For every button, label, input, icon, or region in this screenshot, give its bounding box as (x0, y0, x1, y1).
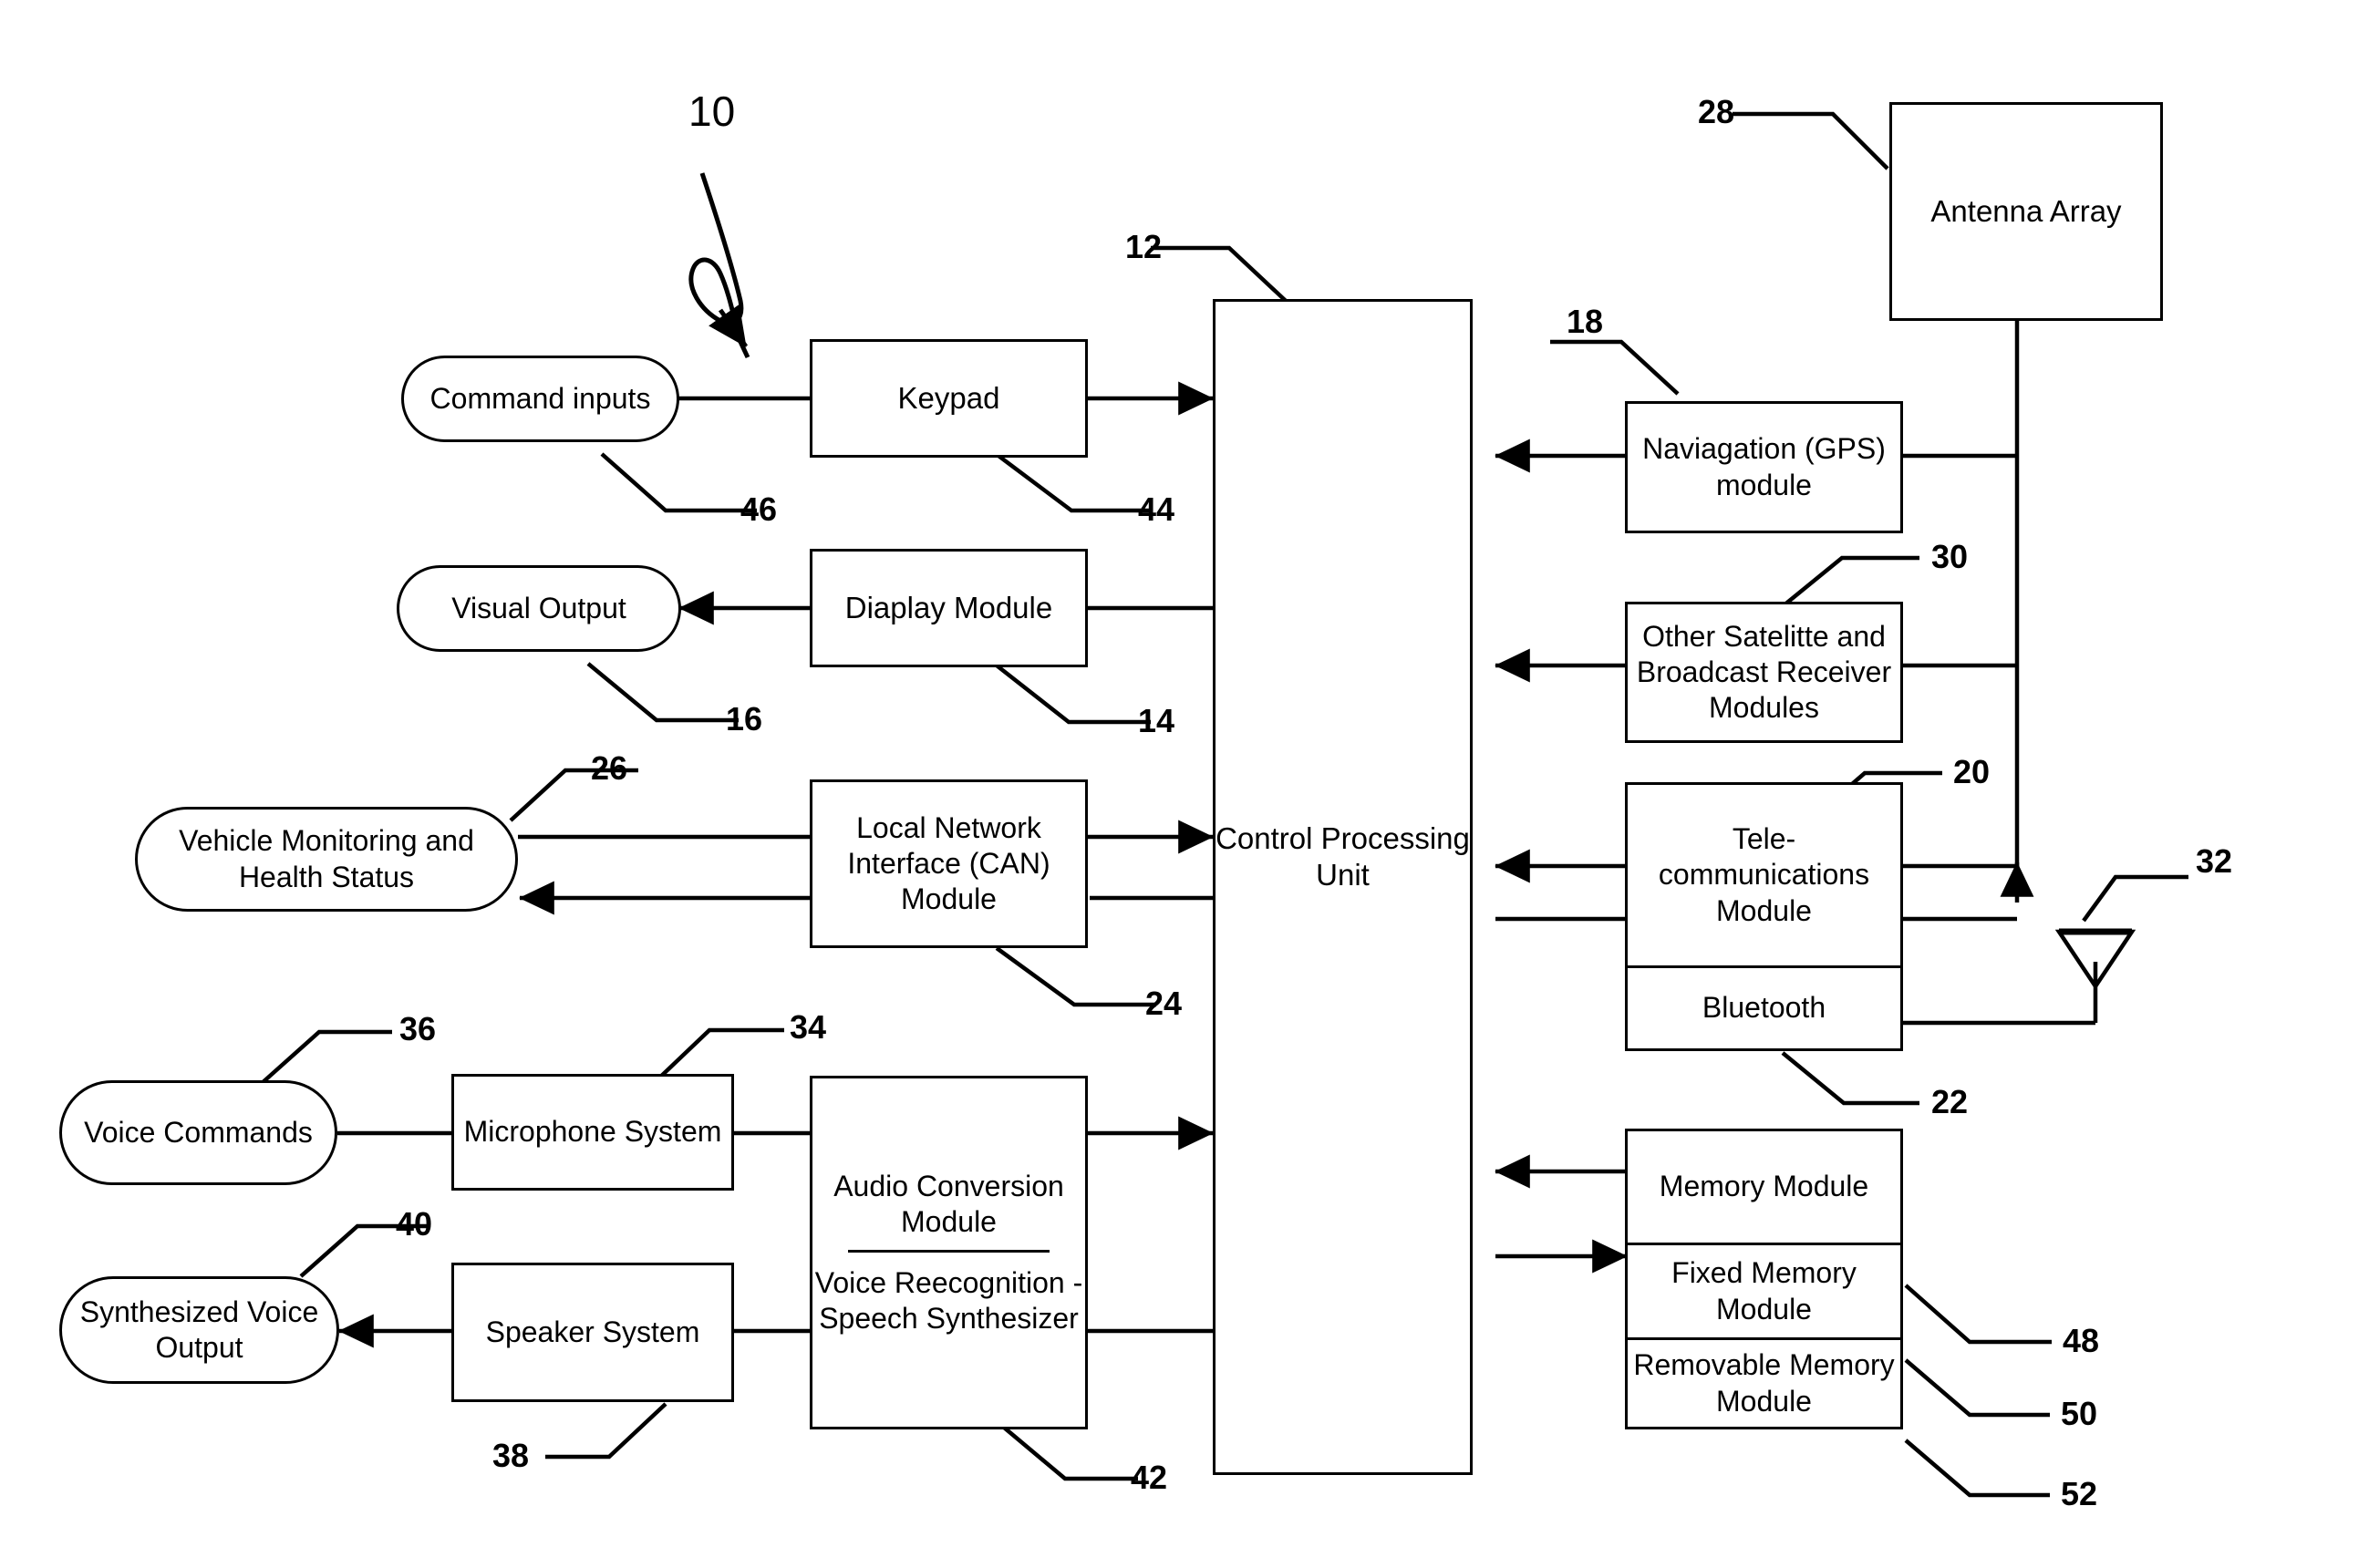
audio-conversion-module-label: Audio Conversion Module (833, 1170, 1064, 1239)
refnum-20: 20 (1953, 753, 1991, 790)
patent-figure: 10 Command inputs Keypad Visual Output D… (0, 0, 2369, 1568)
node-local-network-interface-can-module[interactable]: Local Network Interface (CAN) Module (810, 779, 1088, 948)
refnum-32: 32 (2196, 842, 2233, 880)
node-telecommunications-stack[interactable]: Tele-communications Module Bluetooth (1625, 782, 1903, 1051)
refnum-22: 22 (1931, 1083, 1969, 1120)
node-fixed-memory-module[interactable]: Fixed Memory Module (1628, 1243, 1900, 1337)
refnum-46: 46 (740, 490, 778, 528)
refnum-12: 12 (1125, 228, 1163, 265)
control-processing-unit-label: Control Processing Unit (1216, 821, 1470, 892)
node-vehicle-monitoring-health-status[interactable]: Vehicle Monitoring and Health Status (135, 807, 518, 912)
node-keypad[interactable]: Keypad (810, 339, 1088, 458)
refnum-24: 24 (1145, 985, 1183, 1022)
node-telecommunications-module[interactable]: Tele-communications Module (1628, 785, 1900, 965)
node-other-satellite-broadcast-receiver-modules[interactable]: Other Satelitte and Broadcast Receiver M… (1625, 602, 1903, 743)
node-command-inputs[interactable]: Command inputs (401, 356, 679, 442)
node-audio-conversion-module[interactable]: Audio Conversion Module Voice Reecogniti… (810, 1076, 1088, 1429)
refnum-34: 34 (790, 1008, 827, 1046)
refnum-14: 14 (1138, 702, 1175, 739)
node-removable-memory-module[interactable]: Removable Memory Module (1628, 1337, 1900, 1427)
refnum-30: 30 (1931, 538, 1969, 575)
refnum-40: 40 (396, 1205, 433, 1243)
node-bluetooth-module[interactable]: Bluetooth (1628, 965, 1900, 1048)
refnum-36: 36 (399, 1010, 437, 1047)
voice-recognition-speech-synthesizer-label: Voice Reecognition - Speech Synthesizer (814, 1265, 1083, 1335)
node-antenna-array[interactable]: Antenna Array (1889, 102, 2163, 321)
node-voice-commands[interactable]: Voice Commands (59, 1080, 337, 1185)
refnum-26: 26 (591, 749, 628, 787)
node-memory-stack[interactable]: Memory Module Fixed Memory Module Remova… (1625, 1129, 1903, 1429)
refnum-38: 38 (492, 1437, 530, 1474)
node-memory-module[interactable]: Memory Module (1628, 1131, 1900, 1243)
refnum-16: 16 (726, 700, 763, 738)
node-speaker-system[interactable]: Speaker System (451, 1263, 734, 1402)
refnum-50: 50 (2061, 1395, 2098, 1432)
refnum-18: 18 (1567, 303, 1604, 340)
refnum-52: 52 (2061, 1475, 2098, 1512)
refnum-48: 48 (2063, 1322, 2100, 1359)
refnum-28: 28 (1698, 93, 1735, 130)
node-synthesized-voice-output[interactable]: Synthesized Voice Output (59, 1276, 339, 1384)
refnum-42: 42 (1131, 1459, 1168, 1496)
node-navigation-gps-module[interactable]: Naviagation (GPS) module (1625, 401, 1903, 533)
refnum-44: 44 (1138, 490, 1175, 528)
node-display-module[interactable]: Diaplay Module (810, 549, 1088, 667)
node-microphone-system[interactable]: Microphone System (451, 1074, 734, 1191)
node-visual-output[interactable]: Visual Output (397, 565, 681, 652)
audio-module-divider (847, 1249, 1050, 1253)
figure-reference-10: 10 (688, 88, 736, 135)
